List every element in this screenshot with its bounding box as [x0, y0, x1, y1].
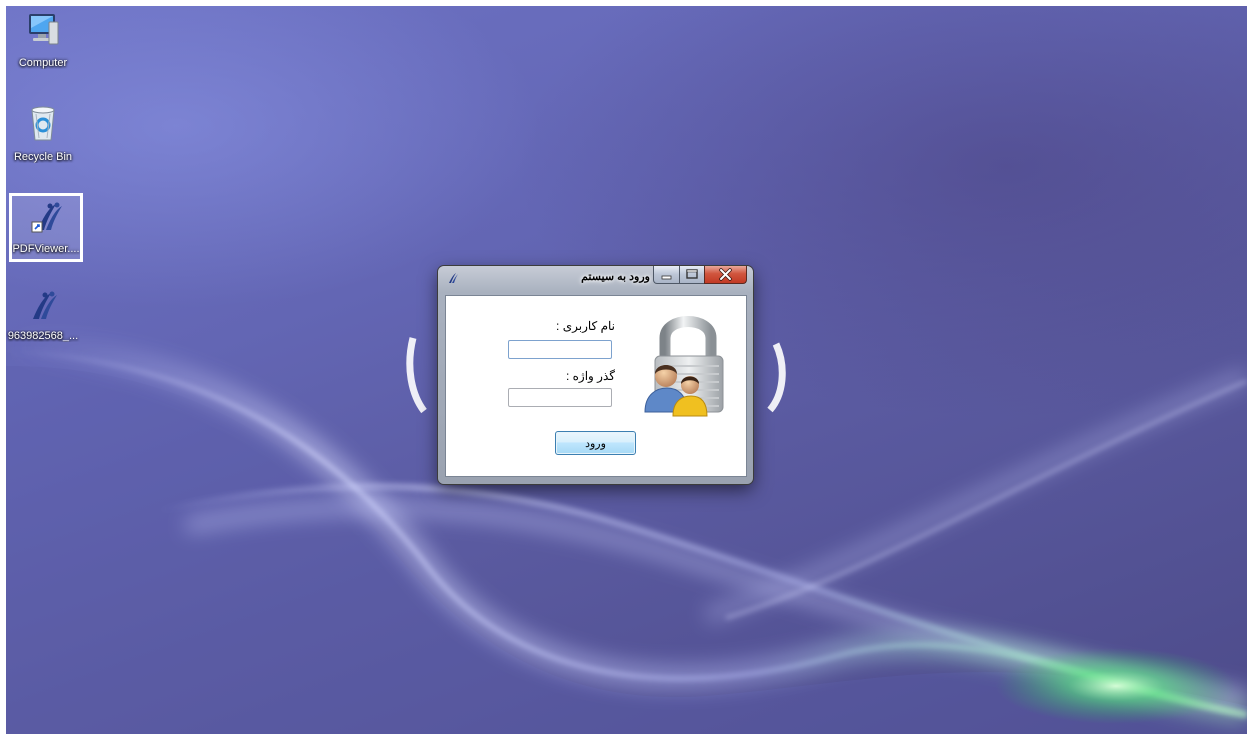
- app-logo-icon: [12, 200, 80, 241]
- window-title: ورود به سیستم: [581, 271, 650, 283]
- password-label: گذر واژه :: [565, 369, 615, 383]
- password-input[interactable]: [508, 388, 612, 407]
- close-icon: [719, 268, 732, 281]
- login-window: ورود به سیستم نام کاربری : گذر واژه : ور…: [438, 266, 753, 484]
- maximize-icon: [686, 269, 698, 279]
- username-label: نام کاربری :: [556, 319, 615, 333]
- minimize-button[interactable]: [653, 266, 680, 284]
- desktop-icon-pdfviewer[interactable]: PDFViewer....: [9, 193, 83, 262]
- login-button[interactable]: ورود: [555, 431, 636, 455]
- login-form: نام کاربری : گذر واژه : ورود: [445, 295, 747, 477]
- minimize-icon: [661, 275, 672, 280]
- window-titlebar[interactable]: ورود به سیستم: [438, 266, 753, 288]
- app-logo-icon: [6, 289, 80, 328]
- desktop-icon-label: Computer: [18, 57, 68, 69]
- security-lock-users-icon: [637, 308, 741, 423]
- close-button[interactable]: [704, 266, 747, 284]
- desktop-icon-label: PDFViewer....: [12, 243, 80, 255]
- app-logo-icon: [447, 271, 459, 289]
- username-input[interactable]: [508, 340, 612, 359]
- recycle-bin-icon: [6, 104, 80, 149]
- maximize-button[interactable]: [679, 266, 705, 284]
- desktop-icon-label: Recycle Bin: [13, 151, 73, 163]
- desktop-icon-computer[interactable]: Computer: [6, 12, 80, 69]
- computer-icon: [6, 12, 80, 55]
- desktop-icon-963982568[interactable]: 963982568_...: [6, 289, 80, 342]
- desktop-icon-label: 963982568_...: [7, 330, 79, 342]
- desktop-icon-recycle-bin[interactable]: Recycle Bin: [6, 104, 80, 163]
